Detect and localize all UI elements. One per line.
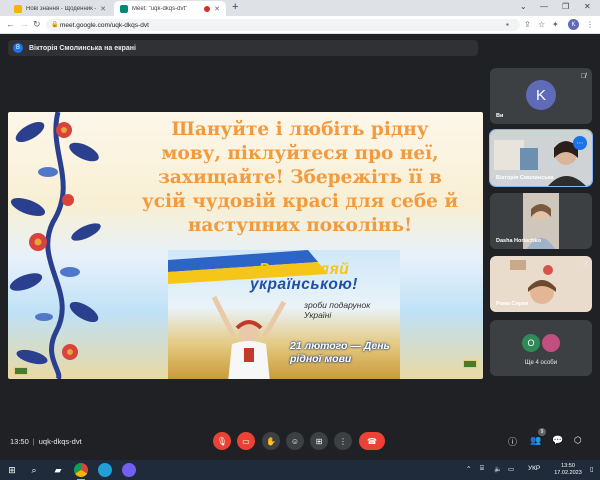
windows-taskbar: ⊞ ⌕ ▰ ⌃ ⌸ 🔈 ▭ УКР 13:50 17.02.2023 ▯ [0, 460, 600, 480]
camera-in-use-icon[interactable]: ▪ [506, 20, 509, 29]
address-bar[interactable]: 🔒 meet.google.com/uqk-dkqs-dvt [46, 19, 520, 31]
meeting-info: 13:50 | uqk-dkqs-dvt [10, 437, 82, 446]
maximize-icon[interactable]: ❐ [562, 2, 569, 11]
url-text: meet.google.com/uqk-dkqs-dvt [60, 21, 149, 29]
people-icon[interactable]: 👥 [530, 435, 541, 446]
more-vert-icon: ⋮ [339, 436, 347, 446]
slide-slogan: Шануйте і любіть рідну мову, піклуйтеся … [141, 119, 459, 236]
participant-avatar: K [526, 80, 556, 110]
search-icon[interactable]: ⌕ [28, 464, 40, 476]
poster-gift-text: зроби подарунок Україні [304, 300, 371, 320]
tab-search-icon[interactable]: ⌄ [520, 2, 527, 11]
slide-corner-badge [463, 360, 477, 368]
tab-shchodennyk[interactable]: Нові знання - Щоденник - Елек ✕ [8, 1, 112, 16]
browser-menu-icon[interactable]: ⋮ [586, 20, 594, 29]
others-label: Ще 4 особи [524, 360, 558, 366]
lock-icon: 🔒 [51, 22, 59, 28]
others-avatar-photo [542, 334, 560, 352]
woman-in-vyshyvanka-image [211, 295, 287, 379]
reactions-button[interactable]: ☺ [286, 432, 304, 450]
bookmark-star-icon[interactable]: ☆ [538, 20, 545, 29]
present-screen-icon: ⊞ [315, 436, 323, 446]
input-language[interactable]: УКР [528, 465, 540, 472]
file-explorer-icon[interactable]: ▰ [52, 464, 64, 476]
participant-name: Рома Сирик [496, 301, 529, 307]
shared-screen: Шануйте і любіть рідну мову, піклуйтеся … [8, 112, 483, 379]
mic-off-icon: 🎙̸ [580, 73, 586, 80]
participant-tile-self[interactable]: 🎙̸ K Ви [490, 68, 592, 124]
slide-corner-badge [14, 367, 28, 375]
present-button[interactable]: ⊞ [310, 432, 328, 450]
tab-title: Meet: "uqk-dkqs-dvt" [132, 5, 188, 12]
recording-indicator-icon [204, 5, 211, 12]
others-avatar: O [522, 334, 540, 352]
presenter-text: Вікторія Смолинська на екрані [29, 44, 136, 52]
poster-date-text: 21 лютого — День рідної мови [290, 340, 390, 365]
more-options-icon[interactable]: ⋯ [573, 136, 587, 150]
share-icon[interactable]: ⇪ [524, 20, 531, 29]
browser-tab-strip: Нові знання - Щоденник - Елек ✕ Meet: "u… [0, 0, 600, 16]
camera-off-icon: ▭ [242, 436, 250, 446]
close-tab-icon[interactable]: ✕ [100, 5, 106, 13]
close-window-icon[interactable]: ✕ [584, 2, 591, 11]
others-tile[interactable]: O Ще 4 особи [490, 320, 592, 376]
mic-off-icon: 🎙̸ [580, 261, 586, 268]
taskbar-clock[interactable]: 13:50 17.02.2023 [548, 463, 588, 477]
more-options-button[interactable]: ⋮ [334, 432, 352, 450]
chat-icon[interactable]: 💬 [552, 435, 563, 446]
site-favicon-icon [14, 4, 22, 13]
battery-icon[interactable]: ▭ [508, 465, 514, 473]
reload-icon[interactable]: ↻ [33, 19, 41, 30]
network-icon[interactable]: ⌸ [480, 465, 484, 473]
participant-tile-dasha[interactable]: Dasha Horiachko [490, 193, 592, 249]
minimize-icon[interactable]: — [540, 2, 548, 11]
emoji-icon: ☺ [290, 436, 300, 446]
poster-brand: Розмовляй українською! [208, 262, 400, 293]
raise-hand-button[interactable]: ✋ [262, 432, 280, 450]
clock-date: 17.02.2023 [554, 470, 582, 476]
telegram-taskbar-icon[interactable] [98, 463, 112, 477]
tab-meet[interactable]: Meet: "uqk-dkqs-dvt" ✕ [114, 1, 226, 16]
meet-favicon-icon [120, 4, 128, 13]
browser-toolbar: ← → ↻ 🔒 meet.google.com/uqk-dkqs-dvt ▪ ⇪… [0, 16, 600, 34]
participant-name: Dasha Horiachko [496, 238, 541, 244]
presenter-banner: B Вікторія Смолинська на екрані [8, 40, 478, 56]
tab-title: Нові знання - Щоденник - Елек [26, 5, 96, 12]
extensions-icon[interactable]: ✦ [552, 20, 559, 29]
meeting-time: 13:50 [10, 437, 29, 446]
activities-icon[interactable]: ⬡ [574, 435, 582, 446]
viber-taskbar-icon[interactable] [122, 463, 136, 477]
new-tab-icon[interactable]: + [232, 1, 238, 13]
notifications-icon[interactable]: ▯ [590, 465, 594, 473]
clock-time: 13:50 [561, 463, 575, 469]
mic-off-icon: 🎙 [216, 436, 228, 446]
volume-icon[interactable]: 🔈 [494, 465, 502, 473]
presenter-avatar: B [13, 43, 23, 53]
participant-name: Вікторія Смолинська [496, 175, 554, 181]
chrome-taskbar-icon[interactable] [74, 463, 88, 480]
brand-line-2: українською! [250, 276, 358, 293]
back-icon[interactable]: ← [6, 19, 15, 29]
language-day-poster: Розмовляй українською! зроби подарунок У… [168, 250, 400, 379]
leave-call-button[interactable]: ☎ [359, 432, 385, 450]
petrykivka-ornament-image [9, 112, 101, 379]
hand-icon: ✋ [266, 436, 276, 446]
profile-avatar[interactable]: K [568, 19, 579, 30]
forward-icon[interactable]: → [20, 19, 29, 29]
mic-toggle-button[interactable]: 🎙 [213, 432, 231, 450]
windows-start-icon[interactable]: ⊞ [6, 464, 18, 476]
participant-tile-viktoriia[interactable]: ⋯ Вікторія Смолинська [489, 129, 593, 187]
meeting-code: uqk-dkqs-dvt [38, 437, 82, 446]
meeting-details-icon[interactable]: ⓘ [508, 435, 517, 448]
close-tab-icon[interactable]: ✕ [214, 5, 220, 13]
camera-toggle-button[interactable]: ▭ [237, 432, 255, 450]
tray-chevron-icon[interactable]: ⌃ [466, 465, 471, 473]
participant-tile-roma[interactable]: 🎙̸ Рома Сирик [490, 256, 592, 312]
participant-name: Ви [496, 113, 504, 119]
hang-up-icon: ☎ [367, 436, 377, 446]
